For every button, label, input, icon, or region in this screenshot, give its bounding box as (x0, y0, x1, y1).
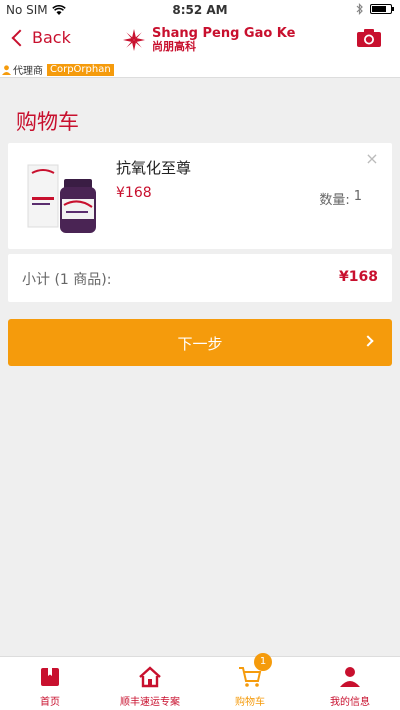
tab-my-info[interactable]: 我的信息 (300, 657, 400, 710)
person-icon (2, 64, 11, 75)
back-button[interactable]: Back (11, 28, 71, 47)
quantity-value: 1 (353, 189, 362, 204)
cart-badge: 1 (254, 653, 272, 671)
logo-en-text: Shang Peng Gao Ke (152, 26, 296, 42)
tab-sf-express[interactable]: 顺丰速运专案 (100, 657, 200, 710)
close-icon[interactable]: × (364, 151, 380, 167)
user-icon (340, 667, 360, 687)
quantity-label: 数量: (319, 193, 350, 208)
nav-bar: Back Shang Peng Gao Ke 尚朋高科 (0, 20, 400, 62)
page-title: 购物车 (16, 110, 79, 134)
logo-mark (123, 29, 145, 51)
product-name[interactable]: 抗氧化至尊 (116, 157, 191, 178)
back-label: Back (32, 28, 71, 47)
tab-home[interactable]: 首页 (0, 657, 100, 710)
quantity: 数量: 1 (319, 189, 362, 208)
status-bar: No SIM 8:52 AM (0, 0, 400, 20)
product-image[interactable] (26, 153, 100, 239)
bluetooth-icon (356, 3, 363, 15)
logo-cn-text: 尚朋高科 (152, 40, 196, 54)
home-icon (139, 666, 161, 688)
subtotal-value: ¥168 (339, 269, 378, 285)
agent-name-badge: CorpOrphan (47, 63, 114, 76)
product-price: ¥168 (116, 185, 152, 201)
next-step-label: 下一步 (177, 335, 223, 353)
next-step-button[interactable]: 下一步 (8, 319, 392, 366)
brand-logo: Shang Peng Gao Ke 尚朋高科 (120, 26, 295, 54)
tab-bar: 首页 顺丰速运专案 1 购物车 我的信息 (0, 653, 400, 710)
camera-icon[interactable] (356, 28, 382, 48)
battery-icon (370, 4, 394, 14)
tab-label: 我的信息 (330, 697, 370, 708)
chevron-left-icon (11, 29, 29, 47)
subtotal-label: 小计 (1 商品): (22, 272, 112, 288)
agent-label: 代理商 (13, 66, 43, 77)
book-icon (41, 668, 59, 686)
cart-item: 抗氧化至尊 ¥168 数量: 1 × (8, 143, 392, 249)
tab-label: 首页 (40, 697, 60, 708)
status-time: 8:52 AM (172, 3, 228, 17)
agent-bar: 代理商 CorpOrphan (0, 62, 400, 78)
tab-cart[interactable]: 1 购物车 (200, 653, 300, 710)
tab-label: 购物车 (235, 697, 265, 708)
subtotal-row: 小计 (1 商品): ¥168 (8, 254, 392, 302)
tab-label: 顺丰速运专案 (120, 697, 180, 708)
